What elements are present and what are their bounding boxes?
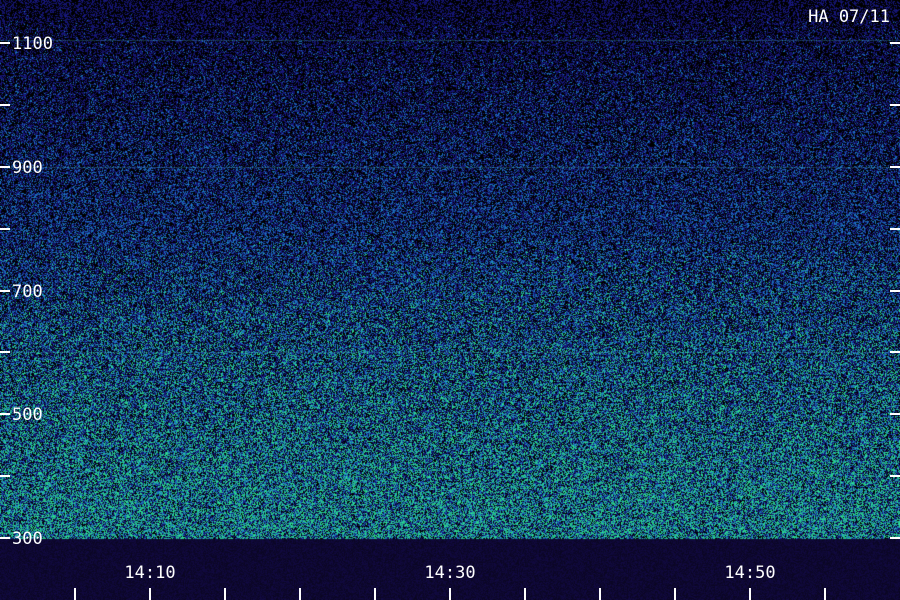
x-tick-label: 14:30 — [424, 563, 475, 583]
spectrogram-panel: HA 07/11 300 500 700 900 1100 14:10 14:30 14:50 — [0, 0, 900, 600]
axes-overlay: HA 07/11 300 500 700 900 1100 14:10 14:30 14:50 — [0, 7, 900, 600]
chart-title: HA 07/11 — [808, 7, 890, 27]
x-tick-label: 14:50 — [724, 563, 775, 583]
y-tick-label: 700 — [12, 282, 43, 302]
y-tick-label: 500 — [12, 405, 43, 425]
y-tick-label: 900 — [12, 158, 43, 178]
y-tick-label: 1100 — [12, 34, 53, 54]
x-tick-label: 14:10 — [124, 563, 175, 583]
y-tick-label: 300 — [12, 529, 43, 549]
